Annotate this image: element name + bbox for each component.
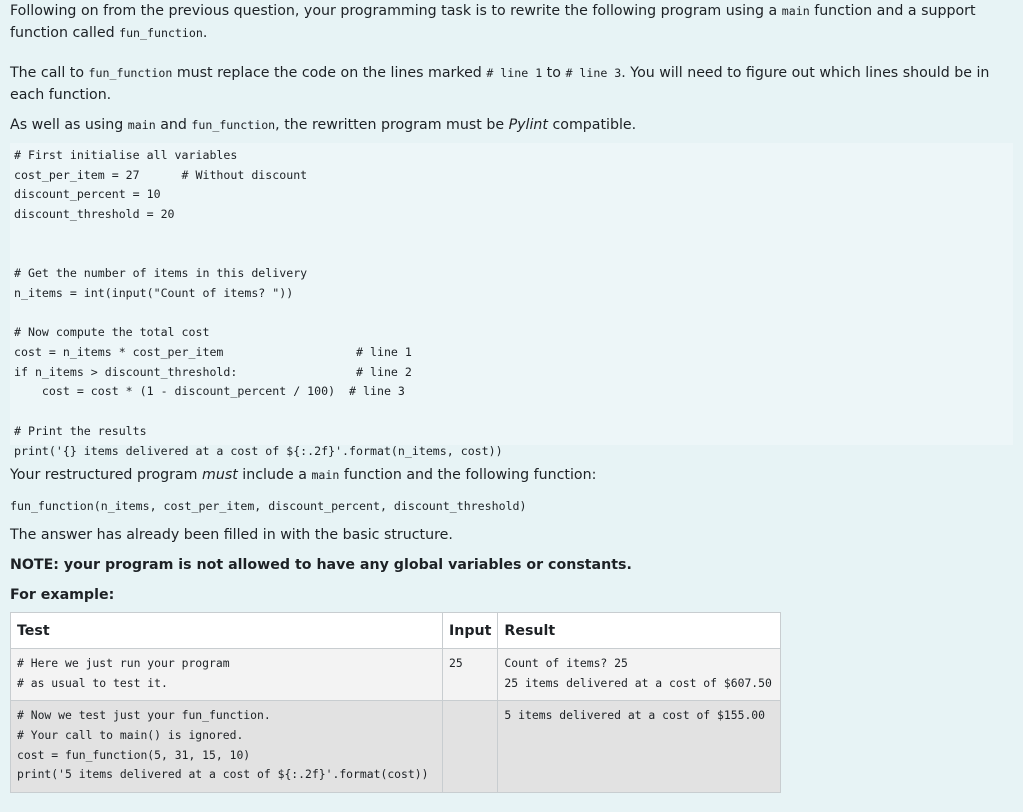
note-text: NOTE: your program is not allowed to hav… [10,557,632,573]
result-output: Count of items? 25 25 items delivered at… [504,656,772,690]
restructure-text: function and the following function: [339,467,597,483]
restructure-text: include a [237,467,312,483]
for-example-heading: For example: [10,587,115,603]
function-signature: fun_function(n_items, cost_per_item, dis… [10,499,527,513]
cell-result: Count of items? 25 25 items delivered at… [497,648,781,701]
intro-paragraph-2: The call to fun_function must replace th… [10,62,990,106]
test-code: # Here we just run your program # as usu… [17,656,230,690]
intro-text: . [202,25,208,41]
intro-text: , the rewritten program must be [275,117,509,133]
basic-structure-text: The answer has already been filled in wi… [10,527,453,543]
cell-test: # Here we just run your program # as usu… [10,648,443,701]
cell-test: # Now we test just your fun_function. # … [10,700,443,793]
header-test: Test [10,612,443,649]
result-output: 5 items delivered at a cost of $155.00 [504,708,766,722]
emphasis-must: must [202,467,238,483]
program-code: # First initialise all variables cost_pe… [14,148,503,458]
cell-input: 25 [441,648,499,701]
inline-code-fun-function: fun_function [191,118,276,132]
inline-code-main: main [311,468,340,482]
table-row: # Now we test just your fun_function. # … [10,700,781,793]
table-header-row: Test Input Result [10,612,781,649]
inline-code-main: main [781,4,810,18]
intro-text: and [155,117,192,133]
intro-text: The call to [10,65,89,81]
test-code: # Now we test just your fun_function. # … [17,708,429,782]
input-value: 25 [449,656,463,670]
cell-input [441,700,499,793]
cell-result: 5 items delivered at a cost of $155.00 [497,700,781,793]
table-row: # Here we just run your program # as usu… [10,648,781,701]
header-result: Result [497,612,781,649]
intro-text: Following on from the previous question,… [10,3,782,19]
inline-code-line-3: # line 3 [565,66,622,80]
header-input: Input [441,612,499,649]
restructure-paragraph: Your restructured program must include a… [10,464,596,486]
inline-code-line-1: # line 1 [486,66,543,80]
inline-code-main: main [127,118,156,132]
intro-paragraph-1: Following on from the previous question,… [10,0,990,44]
restructure-text: Your restructured program [10,467,203,483]
emphasis-pylint: Pylint [508,117,548,133]
intro-paragraph-3: As well as using main and fun_function, … [10,114,636,136]
intro-text: must replace the code on the lines marke… [172,65,487,81]
intro-text: to [542,65,566,81]
program-code-block: # First initialise all variables cost_pe… [10,143,1013,458]
inline-code-fun-function: fun_function [88,66,173,80]
intro-text: compatible. [547,117,637,133]
intro-text: As well as using [10,117,128,133]
inline-code-fun-function: fun_function [119,26,203,40]
example-table: Test Input Result # Here we just run you… [10,612,781,793]
